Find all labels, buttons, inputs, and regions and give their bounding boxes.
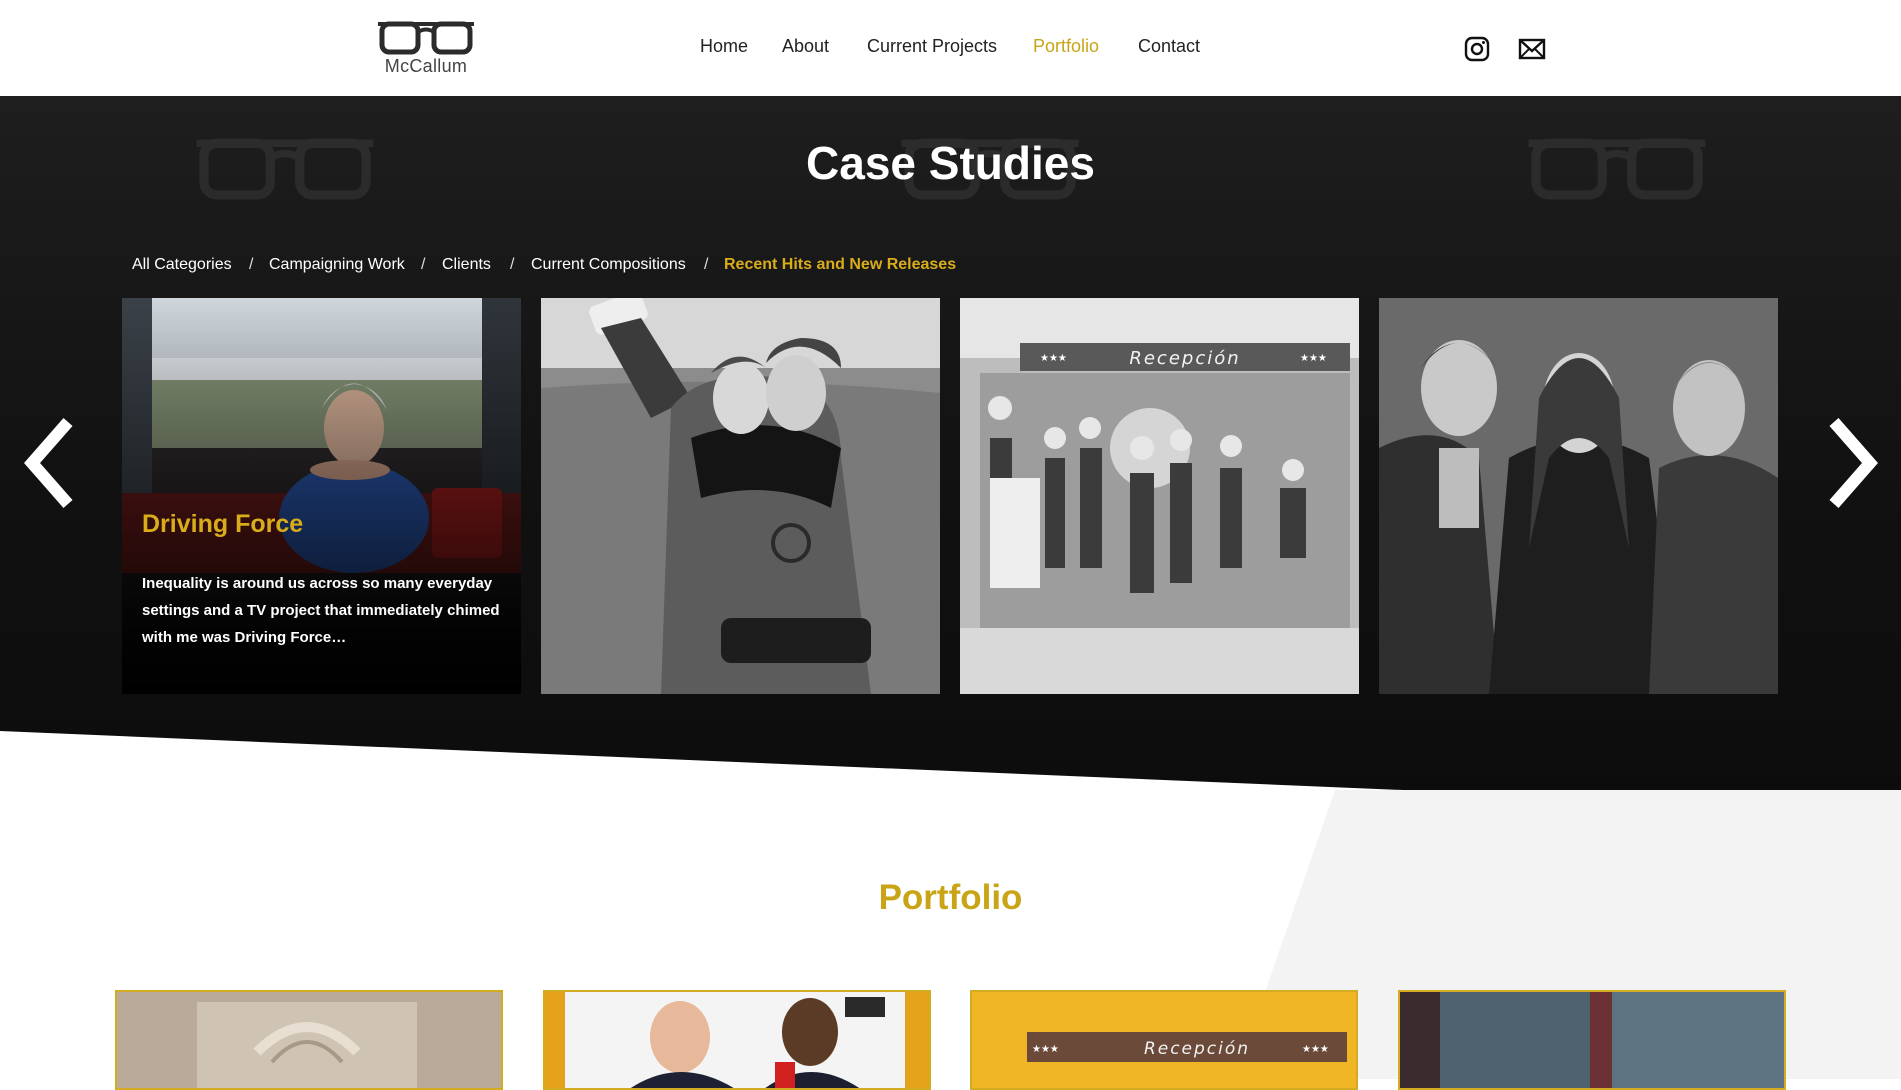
nav-item-home[interactable]: Home bbox=[700, 36, 748, 57]
case-study-excerpt: Inequality is around us across so many e… bbox=[142, 575, 500, 646]
portfolio-image bbox=[117, 992, 501, 1088]
reception-sign-text: Recepción bbox=[1144, 1039, 1250, 1059]
nav-item-current-projects[interactable]: Current Projects bbox=[867, 36, 997, 57]
filter-clients[interactable]: Clients bbox=[442, 256, 491, 274]
svg-text:★★★: ★★★ bbox=[1300, 353, 1327, 364]
chevron-left-icon[interactable] bbox=[20, 418, 80, 508]
filter-separator: / bbox=[510, 256, 515, 273]
case-study-card-driving-force[interactable]: Driving Force Inequality is around us ac… bbox=[122, 298, 521, 694]
case-study-image bbox=[1379, 298, 1778, 694]
nav-item-about[interactable]: About bbox=[782, 36, 829, 57]
filter-campaigning-work[interactable]: Campaigning Work bbox=[269, 256, 405, 274]
mail-icon[interactable] bbox=[1518, 36, 1546, 62]
chevron-right-icon[interactable] bbox=[1822, 418, 1882, 508]
site-header: McCallum Home About Current Projects Por… bbox=[0, 0, 1901, 96]
portfolio-image bbox=[545, 992, 929, 1088]
reception-sign-text: Recepción bbox=[1129, 348, 1240, 369]
nav-item-portfolio[interactable]: Portfolio bbox=[1033, 36, 1099, 57]
nav-item-contact[interactable]: Contact bbox=[1138, 36, 1200, 57]
filter-current-compositions[interactable]: Current Compositions bbox=[531, 256, 686, 274]
case-study-card[interactable] bbox=[541, 298, 940, 694]
portfolio-card[interactable] bbox=[115, 990, 503, 1090]
case-study-card[interactable]: Recepción ★★★ ★★★ bbox=[960, 298, 1359, 694]
portfolio-title: Portfolio bbox=[878, 878, 1023, 917]
filter-separator: / bbox=[704, 256, 709, 273]
case-study-title: Driving Force bbox=[142, 510, 304, 538]
filter-separator: / bbox=[421, 256, 426, 273]
case-studies-section: Case Studies All Categories / Campaignin… bbox=[0, 96, 1901, 811]
svg-text:★★★: ★★★ bbox=[1032, 1044, 1059, 1055]
svg-text:★★★: ★★★ bbox=[1302, 1044, 1329, 1055]
filter-separator: / bbox=[249, 256, 254, 273]
case-study-image: Recepción ★★★ ★★★ bbox=[960, 298, 1359, 694]
case-study-card[interactable] bbox=[1379, 298, 1778, 694]
portfolio-image bbox=[1400, 992, 1784, 1088]
case-study-image bbox=[541, 298, 940, 694]
main-nav: Home About Current Projects Portfolio Co… bbox=[0, 36, 1901, 60]
portfolio-card[interactable] bbox=[543, 990, 931, 1090]
filter-recent-hits[interactable]: Recent Hits and New Releases bbox=[724, 256, 956, 274]
filter-all-categories[interactable]: All Categories bbox=[132, 256, 232, 274]
portfolio-card[interactable] bbox=[1398, 990, 1786, 1090]
instagram-icon[interactable] bbox=[1464, 36, 1490, 62]
svg-text:★★★: ★★★ bbox=[1040, 353, 1067, 364]
section-title: Case Studies bbox=[806, 137, 1095, 189]
portfolio-card[interactable]: Recepción ★★★ ★★★ bbox=[970, 990, 1358, 1090]
portfolio-image: Recepción ★★★ ★★★ bbox=[972, 992, 1356, 1088]
